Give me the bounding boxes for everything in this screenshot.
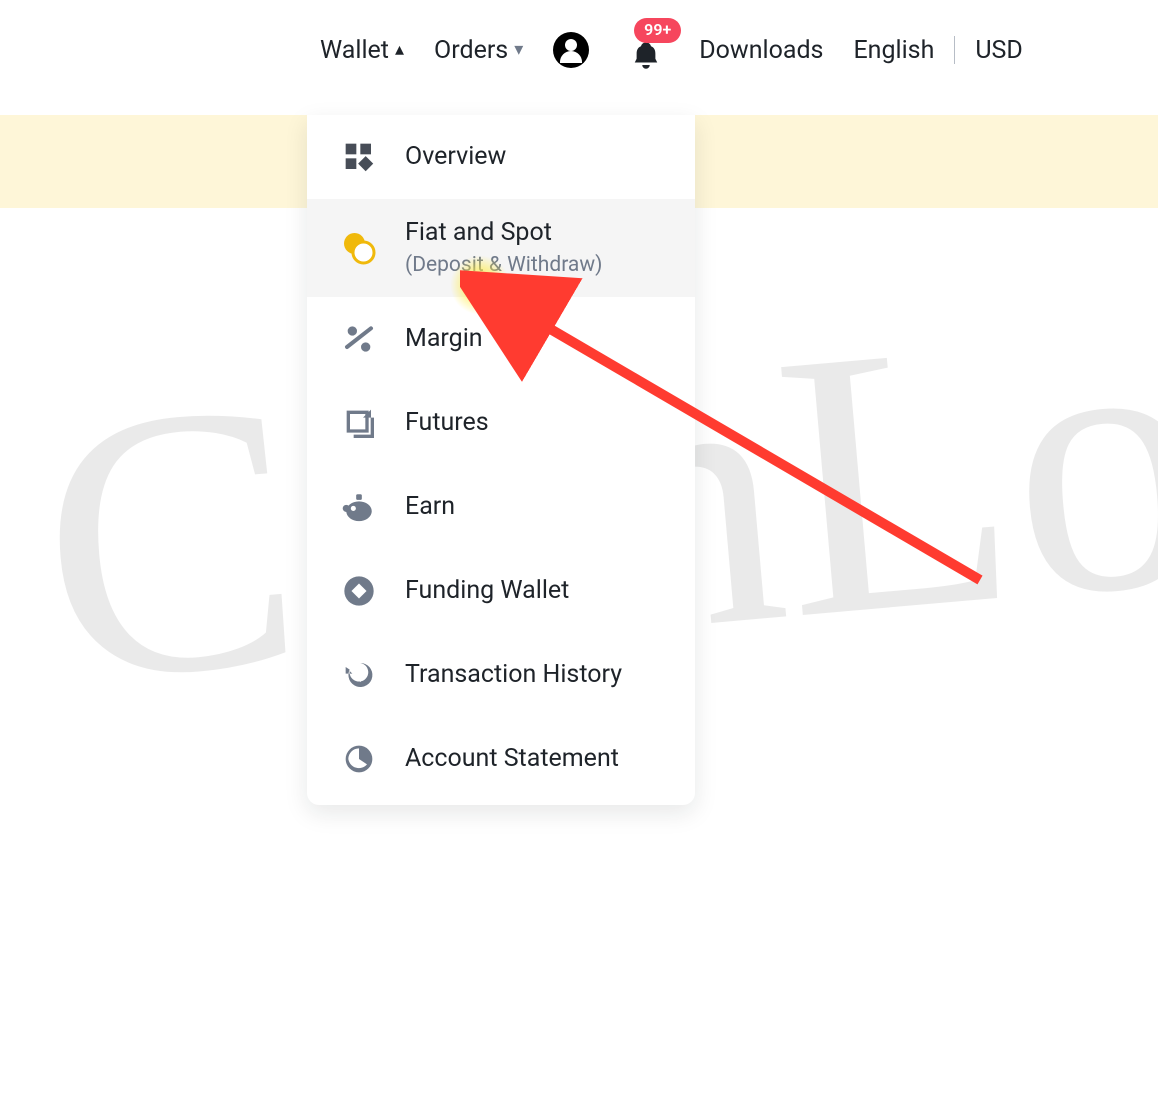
nav-wallet-label: Wallet	[320, 36, 389, 65]
top-nav: Wallet ▴ Orders ▾ 99+ Downloads English …	[0, 0, 1158, 100]
bell-icon	[631, 40, 661, 70]
account-statement-icon	[341, 741, 377, 777]
menu-item-funding-wallet[interactable]: Funding Wallet	[307, 549, 695, 633]
wallet-dropdown: Overview Fiat and Spot (Deposit & Withdr…	[307, 115, 695, 805]
menu-sublabel: (Deposit & Withdraw)	[405, 252, 602, 279]
menu-label: Fiat and Spot	[405, 217, 602, 250]
notifications[interactable]: 99+	[629, 30, 669, 70]
divider	[954, 36, 955, 64]
account-icon[interactable]	[553, 32, 589, 68]
notification-badge: 99+	[634, 18, 681, 43]
earn-icon	[341, 489, 377, 525]
futures-icon	[341, 405, 377, 441]
nav-orders[interactable]: Orders ▾	[434, 36, 523, 65]
svg-text:$: $	[357, 669, 364, 683]
nav-wallet[interactable]: Wallet ▴	[320, 36, 404, 65]
menu-item-transaction-history[interactable]: $ Transaction History	[307, 633, 695, 717]
menu-label: Earn	[405, 491, 455, 524]
menu-item-margin[interactable]: Margin	[307, 297, 695, 381]
menu-label: Transaction History	[405, 659, 622, 692]
nav-downloads[interactable]: Downloads	[699, 36, 823, 65]
menu-label: Futures	[405, 407, 489, 440]
menu-item-overview[interactable]: Overview	[307, 115, 695, 199]
menu-item-fiat-and-spot[interactable]: Fiat and Spot (Deposit & Withdraw)	[307, 199, 695, 297]
fiat-spot-icon	[341, 230, 377, 266]
menu-label: Funding Wallet	[405, 575, 569, 608]
caret-up-icon: ▴	[395, 41, 404, 59]
menu-item-account-statement[interactable]: Account Statement	[307, 717, 695, 801]
menu-item-earn[interactable]: Earn	[307, 465, 695, 549]
menu-item-futures[interactable]: Futures	[307, 381, 695, 465]
margin-icon	[341, 321, 377, 357]
funding-wallet-icon	[341, 573, 377, 609]
menu-label: Account Statement	[405, 743, 619, 776]
overview-icon	[341, 139, 377, 175]
nav-currency[interactable]: USD	[975, 36, 1022, 65]
nav-orders-label: Orders	[434, 36, 508, 65]
transaction-history-icon: $	[341, 657, 377, 693]
menu-label: Overview	[405, 141, 506, 174]
nav-language[interactable]: English	[853, 36, 934, 65]
caret-down-icon: ▾	[514, 41, 523, 59]
menu-label: Margin	[405, 323, 483, 356]
